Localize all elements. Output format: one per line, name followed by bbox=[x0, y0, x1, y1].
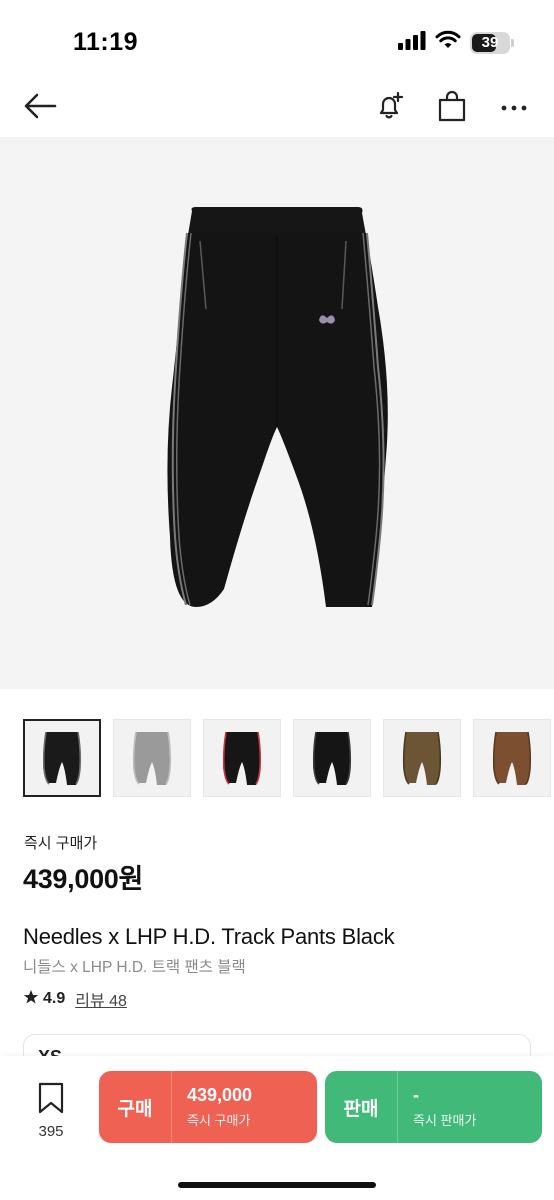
pants-thumbnail-image bbox=[132, 731, 172, 785]
review-link[interactable]: 리뷰 48 bbox=[75, 987, 127, 1011]
battery-level: 39 bbox=[481, 34, 499, 51]
home-indicator bbox=[178, 1182, 376, 1188]
sell-label: 판매 bbox=[343, 1098, 379, 1120]
sell-price: - bbox=[413, 1085, 419, 1105]
cellular-signal-icon bbox=[398, 30, 426, 55]
pants-thumbnail-image bbox=[312, 731, 352, 785]
thumbnail-strip bbox=[23, 719, 554, 799]
buy-price: 439,000 bbox=[187, 1085, 253, 1105]
thumbnail-black-2[interactable] bbox=[293, 719, 371, 797]
thumbnail-black-red[interactable] bbox=[203, 719, 281, 797]
status-icons: 39 bbox=[398, 30, 514, 55]
bell-plus-icon bbox=[374, 90, 406, 127]
wifi-icon bbox=[435, 30, 461, 55]
thumbnail-black[interactable] bbox=[23, 719, 101, 797]
bottom-action-bar: 395 구매 439,000 즉시 구매가 판매 - 즉시 판매가 bbox=[0, 1056, 554, 1200]
buy-label: 구매 bbox=[117, 1098, 153, 1120]
sell-button[interactable]: 판매 - 즉시 판매가 bbox=[325, 1071, 542, 1143]
rating-row: 4.9 리뷰 48 bbox=[23, 987, 127, 1011]
instant-buy-price-label: 즉시 구매가 bbox=[24, 835, 98, 852]
bookmark-count: 395 bbox=[38, 1123, 64, 1140]
more-button[interactable] bbox=[494, 88, 534, 128]
buy-sub-label: 즉시 구매가 bbox=[187, 1113, 251, 1128]
shopping-bag-icon bbox=[437, 90, 467, 127]
battery-indicator: 39 bbox=[470, 31, 514, 54]
pants-thumbnail-image bbox=[492, 731, 532, 785]
thumbnail-brown[interactable] bbox=[473, 719, 551, 797]
bookmark-icon bbox=[37, 1082, 65, 1119]
rating-value: 4.9 bbox=[43, 990, 66, 1007]
status-bar: 11:19 39 bbox=[0, 0, 554, 80]
pants-thumbnail-image bbox=[222, 731, 262, 785]
product-title: Needles x LHP H.D. Track Pants Black bbox=[23, 924, 395, 949]
product-image[interactable] bbox=[0, 137, 554, 689]
thumbnail-brown-olive[interactable] bbox=[383, 719, 461, 797]
star-icon bbox=[23, 989, 39, 1010]
sell-sub-label: 즉시 판매가 bbox=[413, 1113, 477, 1128]
notification-button[interactable] bbox=[370, 88, 410, 128]
arrow-left-icon bbox=[23, 92, 57, 125]
status-time: 11:19 bbox=[73, 28, 139, 56]
bookmark-button[interactable]: 395 bbox=[28, 1082, 74, 1140]
pants-thumbnail-image bbox=[402, 731, 442, 785]
buy-button[interactable]: 구매 439,000 즉시 구매가 bbox=[99, 1071, 317, 1143]
more-icon bbox=[501, 99, 527, 117]
product-title-korean: 니들스 x LHP H.D. 트랙 팬츠 블랙 bbox=[23, 959, 246, 976]
thumbnail-gray[interactable] bbox=[113, 719, 191, 797]
back-button[interactable] bbox=[20, 88, 60, 128]
instant-buy-price: 439,000원 bbox=[23, 864, 144, 894]
top-nav bbox=[0, 80, 554, 136]
pants-thumbnail-image bbox=[42, 731, 82, 785]
bag-button[interactable] bbox=[432, 88, 472, 128]
